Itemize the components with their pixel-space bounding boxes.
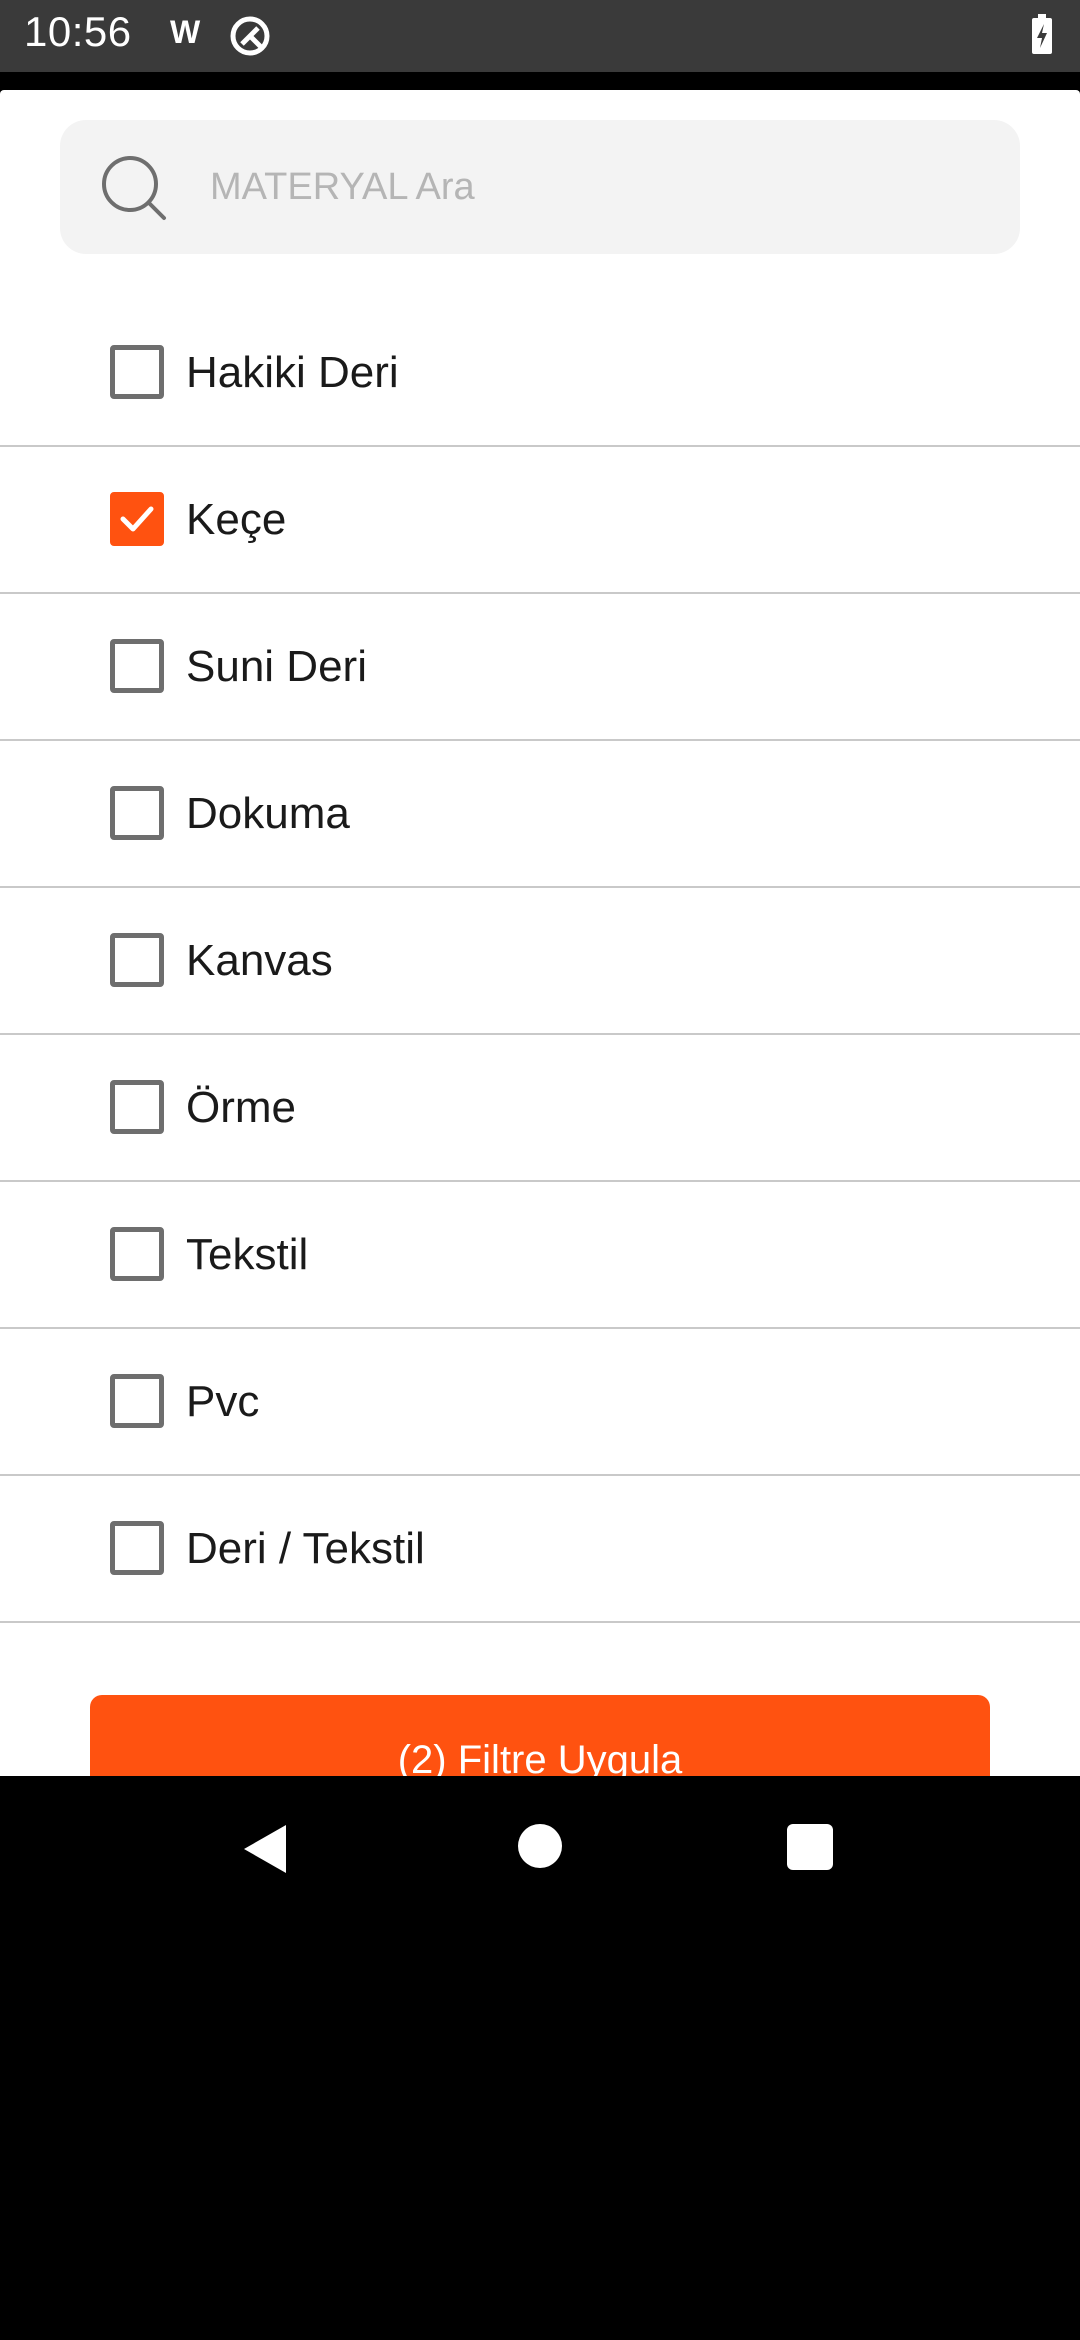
list-item-label: Pvc — [186, 1377, 260, 1426]
status-bar: 10:56 W — [0, 0, 1080, 72]
checkbox[interactable] — [110, 786, 164, 840]
checkbox[interactable] — [110, 345, 164, 399]
q-notification-icon — [230, 16, 270, 56]
list-item-label: Dokuma — [186, 789, 350, 838]
w-notification-icon: W — [170, 14, 201, 50]
checkbox-checked[interactable] — [110, 492, 164, 546]
checkbox[interactable] — [110, 1080, 164, 1134]
back-icon[interactable] — [240, 1821, 290, 1877]
list-item-label: Tekstil — [186, 1230, 309, 1279]
list-item-kece[interactable]: Keçe — [0, 447, 1080, 594]
navigation-bar — [0, 1776, 1080, 1916]
filter-sheet: Hakiki Deri Keçe Suni Deri Dokuma Kanvas… — [0, 90, 1080, 1776]
list-item-suni-deri[interactable]: Suni Deri — [0, 594, 1080, 741]
checkbox[interactable] — [110, 639, 164, 693]
search-input[interactable] — [210, 120, 990, 254]
list-item-label: Suni Deri — [186, 642, 367, 691]
home-icon[interactable] — [518, 1824, 562, 1868]
material-list: Hakiki Deri Keçe Suni Deri Dokuma Kanvas… — [0, 300, 1080, 1623]
status-time: 10:56 — [24, 8, 132, 55]
list-item-label: Örme — [186, 1083, 296, 1132]
list-item-kanvas[interactable]: Kanvas — [0, 888, 1080, 1035]
search-bar[interactable] — [60, 120, 1020, 254]
list-item-dokuma[interactable]: Dokuma — [0, 741, 1080, 888]
list-item-deri-tekstil[interactable]: Deri / Tekstil — [0, 1476, 1080, 1623]
list-item-label: Deri / Tekstil — [186, 1524, 425, 1573]
list-item-tekstil[interactable]: Tekstil — [0, 1182, 1080, 1329]
apply-filter-button[interactable]: (2) Filtre Uygula — [90, 1695, 990, 1776]
search-icon — [102, 156, 166, 220]
checkbox[interactable] — [110, 1521, 164, 1575]
checkbox[interactable] — [110, 933, 164, 987]
list-item-label: Kanvas — [186, 936, 333, 985]
list-item-orme[interactable]: Örme — [0, 1035, 1080, 1182]
check-icon — [120, 506, 154, 532]
list-item-label: Keçe — [186, 495, 287, 544]
list-item-hakiki-deri[interactable]: Hakiki Deri — [0, 300, 1080, 447]
list-item-label: Hakiki Deri — [186, 348, 399, 397]
checkbox[interactable] — [110, 1227, 164, 1281]
checkbox[interactable] — [110, 1374, 164, 1428]
list-item-pvc[interactable]: Pvc — [0, 1329, 1080, 1476]
recents-icon[interactable] — [787, 1824, 833, 1870]
battery-charging-icon — [1032, 14, 1052, 54]
